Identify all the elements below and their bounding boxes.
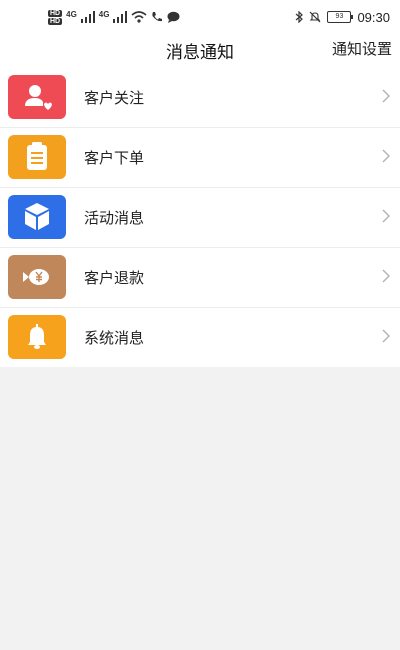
list-item-label: 客户关注 bbox=[84, 89, 145, 107]
wifi-icon bbox=[131, 11, 147, 23]
status-right: 93 09:30 bbox=[295, 9, 390, 25]
yen-refund-icon bbox=[8, 255, 66, 299]
list-item-activity-message[interactable]: 活动消息 bbox=[0, 188, 400, 248]
list-item-label: 客户退款 bbox=[84, 269, 145, 287]
chevron-right-icon bbox=[382, 329, 390, 343]
hd-badge-2: HD bbox=[48, 17, 63, 25]
list-item-customer-order[interactable]: 客户下单 bbox=[0, 128, 400, 188]
mute-icon bbox=[310, 11, 321, 23]
user-heart-icon bbox=[8, 75, 66, 119]
chevron-right-icon bbox=[382, 269, 390, 283]
clipboard-icon bbox=[8, 135, 66, 179]
hd-badge-1: HD bbox=[48, 9, 63, 17]
signal-icon-2 bbox=[113, 11, 128, 23]
chevron-right-icon bbox=[382, 149, 390, 163]
notification-list: 客户关注 客户下单 活动消息 客户退款 系统消息 bbox=[0, 68, 400, 367]
list-item-label: 活动消息 bbox=[84, 209, 145, 227]
battery-indicator: 93 bbox=[327, 11, 354, 23]
clock: 09:30 bbox=[357, 9, 390, 25]
status-left: HD HD 4G 4G bbox=[48, 8, 180, 26]
page-header: 消息通知 通知设置 bbox=[0, 34, 400, 68]
list-item-customer-refund[interactable]: 客户退款 bbox=[0, 248, 400, 308]
list-item-system-message[interactable]: 系统消息 bbox=[0, 308, 400, 367]
network-type-1: 4G bbox=[66, 9, 77, 19]
network-type-2: 4G bbox=[98, 9, 110, 19]
bluetooth-icon bbox=[296, 11, 304, 23]
chevron-right-icon bbox=[382, 89, 390, 103]
box-icon bbox=[8, 195, 66, 239]
list-item-label: 系统消息 bbox=[84, 329, 145, 347]
list-item-customer-follow[interactable]: 客户关注 bbox=[0, 68, 400, 128]
notification-settings-button[interactable]: 通知设置 bbox=[332, 38, 392, 59]
status-bar: HD HD 4G 4G 93 09:30 bbox=[0, 0, 400, 34]
chevron-right-icon bbox=[382, 209, 390, 223]
list-item-label: 客户下单 bbox=[84, 149, 145, 167]
call-icon bbox=[152, 12, 163, 22]
bell-icon bbox=[8, 315, 66, 359]
signal-icon bbox=[80, 11, 95, 23]
hd-indicators: HD HD bbox=[48, 9, 63, 25]
message-icon bbox=[167, 11, 180, 23]
